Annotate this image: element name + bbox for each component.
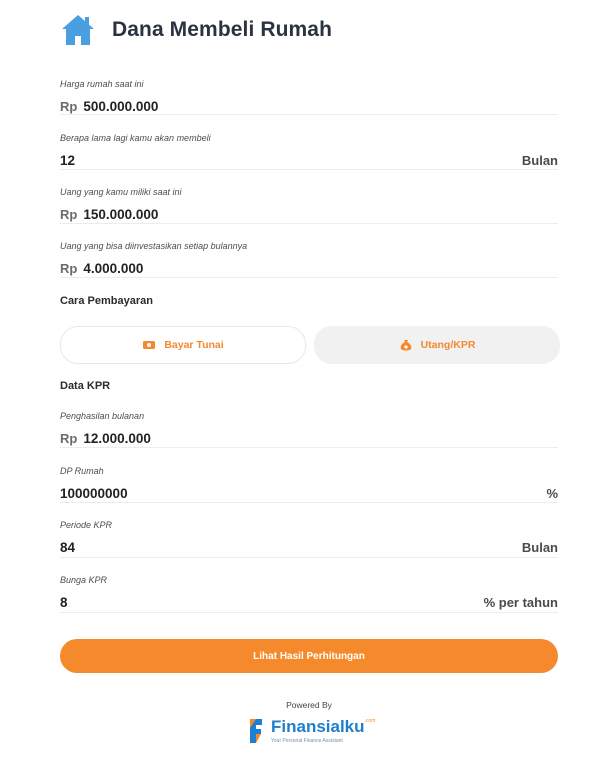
- money-bag-icon: [399, 338, 413, 352]
- pay-kpr-button[interactable]: Utang/KPR: [314, 326, 560, 364]
- unit-suffix: % per tahun: [483, 595, 558, 610]
- finansialku-logo[interactable]: Finansialku.com Your Personal Finance As…: [246, 716, 375, 746]
- calculate-button[interactable]: Lihat Hasil Perhitungan: [60, 639, 558, 673]
- current-savings-field[interactable]: Uang yang kamu miliki saat ini Rp 150.00…: [60, 186, 558, 224]
- currency-prefix: Rp: [60, 99, 78, 114]
- currency-prefix: Rp: [60, 207, 78, 222]
- monthly-investment-input[interactable]: 4.000.000: [83, 258, 558, 280]
- field-label: Bunga KPR: [60, 575, 108, 585]
- unit-suffix: Bulan: [521, 153, 558, 168]
- kpr-period-input[interactable]: 84: [60, 537, 522, 559]
- payment-method-title: Cara Pembayaran: [60, 295, 153, 307]
- down-payment-field[interactable]: DP Rumah 100000000 %: [60, 465, 558, 503]
- months-until-purchase-input[interactable]: 12: [60, 150, 522, 172]
- brand-name: Finansialku: [271, 717, 365, 736]
- field-label: Berapa lama lagi kamu akan membeli: [60, 133, 211, 143]
- pay-kpr-label: Utang/KPR: [420, 339, 476, 351]
- monthly-income-input[interactable]: 12.000.000: [83, 428, 558, 450]
- house-price-input[interactable]: 500.000.000: [83, 96, 558, 118]
- house-icon: [62, 15, 94, 45]
- page-title: Dana Membeli Rumah: [112, 18, 333, 41]
- unit-suffix: Bulan: [521, 540, 558, 555]
- finansialku-logo-icon: [250, 719, 262, 743]
- currency-prefix: Rp: [60, 431, 78, 446]
- monthly-income-field[interactable]: Penghasilan bulanan Rp 12.000.000: [60, 410, 558, 448]
- field-label: Uang yang bisa diinvestasikan setiap bul…: [60, 241, 248, 251]
- kpr-interest-field[interactable]: Bunga KPR 8 % per tahun: [60, 574, 558, 613]
- monthly-investment-field[interactable]: Uang yang bisa diinvestasikan setiap bul…: [60, 240, 558, 278]
- brand-suffix: .com: [364, 718, 376, 724]
- field-label: Harga rumah saat ini: [60, 79, 144, 89]
- field-label: DP Rumah: [60, 466, 104, 476]
- brand-tagline: Your Personal Finance Assistant: [271, 738, 343, 744]
- current-savings-input[interactable]: 150.000.000: [83, 204, 558, 226]
- down-payment-input[interactable]: 100000000: [60, 483, 546, 505]
- currency-prefix: Rp: [60, 261, 78, 276]
- cash-icon: [142, 339, 156, 351]
- field-label: Periode KPR: [60, 520, 113, 530]
- pay-cash-label: Bayar Tunai: [164, 339, 224, 351]
- pay-cash-button[interactable]: Bayar Tunai: [60, 326, 306, 364]
- unit-suffix: %: [546, 486, 558, 501]
- page-header: Dana Membeli Rumah: [60, 10, 332, 50]
- kpr-interest-input[interactable]: 8: [60, 592, 484, 614]
- kpr-data-title: Data KPR: [60, 380, 111, 392]
- house-price-field[interactable]: Harga rumah saat ini Rp 500.000.000: [60, 78, 558, 115]
- months-until-purchase-field[interactable]: Berapa lama lagi kamu akan membeli 12 Bu…: [60, 132, 558, 170]
- field-label: Uang yang kamu miliki saat ini: [60, 187, 182, 197]
- field-label: Penghasilan bulanan: [60, 411, 145, 421]
- powered-by-text: Powered By: [286, 700, 332, 710]
- kpr-period-field[interactable]: Periode KPR 84 Bulan: [60, 519, 558, 558]
